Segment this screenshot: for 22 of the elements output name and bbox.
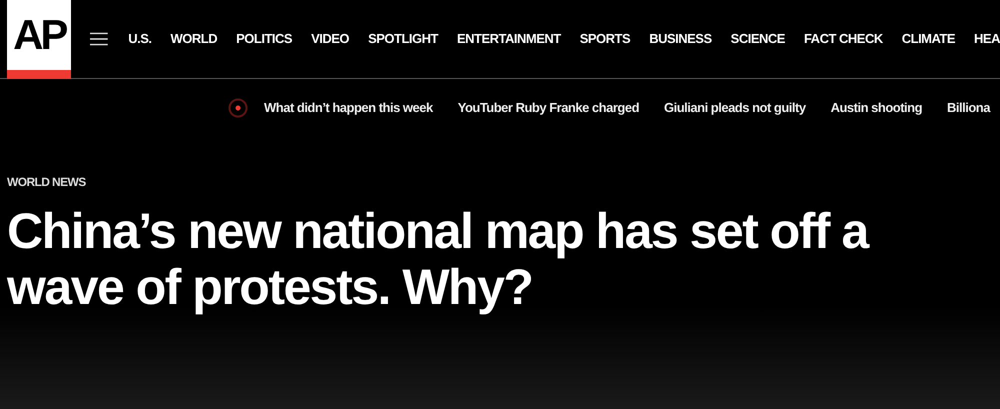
ap-logo[interactable]: AP: [7, 0, 72, 78]
nav-link[interactable]: VIDEO: [311, 29, 350, 49]
menu-icon[interactable]: [90, 32, 108, 46]
nav-link[interactable]: SCIENCE: [730, 29, 785, 49]
nav-link[interactable]: WORLD: [170, 29, 218, 49]
nav-link[interactable]: BUSINESS: [649, 29, 712, 49]
section-label[interactable]: WORLD NEWS: [7, 173, 1000, 191]
nav-link[interactable]: POLITICS: [236, 29, 292, 49]
trending-link[interactable]: Austin shooting: [830, 98, 922, 118]
live-dot-icon: [228, 98, 248, 118]
nav-link[interactable]: FACT CHECK: [804, 29, 883, 49]
nav-link[interactable]: SPORTS: [580, 29, 630, 49]
nav-link[interactable]: CLIMATE: [902, 29, 956, 49]
nav-link[interactable]: SPOTLIGHT: [368, 29, 438, 49]
nav-link[interactable]: HEA: [974, 29, 1000, 49]
trending-link[interactable]: YouTuber Ruby Franke charged: [458, 98, 640, 118]
nav-link[interactable]: ENTERTAINMENT: [456, 29, 561, 49]
headline: China’s new national map has set off a wave of protests. Why?: [7, 203, 870, 315]
trending-link[interactable]: Billiona: [947, 98, 990, 118]
trending-link[interactable]: Giuliani pleads not guilty: [664, 98, 806, 118]
trending-link[interactable]: What didn’t happen this week: [264, 98, 433, 118]
nav-link[interactable]: U.S.: [128, 29, 152, 49]
